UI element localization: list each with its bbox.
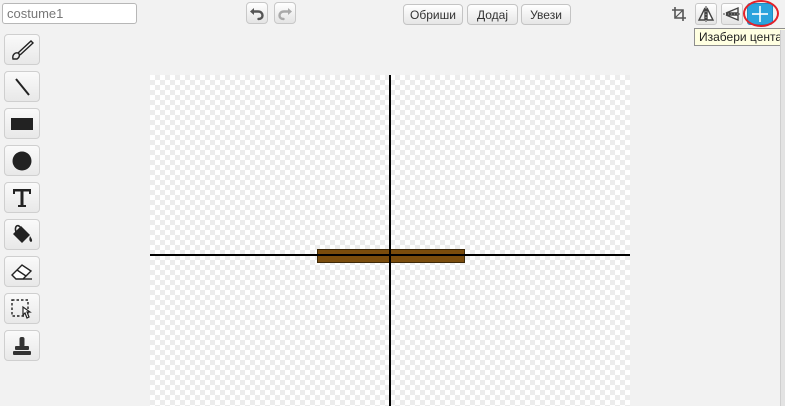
text-icon <box>13 188 31 207</box>
costume-name-input[interactable] <box>2 3 137 24</box>
flip-horizontal-icon <box>697 6 715 22</box>
tool-select[interactable] <box>4 293 40 324</box>
tool-rectangle[interactable] <box>4 108 40 139</box>
tool-text[interactable] <box>4 182 40 213</box>
costume-rectangle-shape[interactable] <box>317 249 465 263</box>
import-button[interactable]: Увези <box>521 4 571 25</box>
scrollbar-edge[interactable] <box>780 30 785 406</box>
tool-fill[interactable] <box>4 219 40 250</box>
ellipse-icon <box>12 151 32 170</box>
undo-button[interactable] <box>246 2 268 24</box>
flip-vertical-button[interactable] <box>721 3 743 25</box>
paint-editor: Обриши Додај Увези Изабери центар <box>0 0 785 406</box>
flip-horizontal-button[interactable] <box>695 3 717 25</box>
tooltip: Изабери центар <box>694 28 785 46</box>
redo-button[interactable] <box>274 2 296 24</box>
crop-icon <box>672 7 686 21</box>
line-icon <box>15 77 30 96</box>
add-button[interactable]: Додај <box>467 4 518 25</box>
eraser-icon <box>11 263 33 280</box>
tool-eraser[interactable] <box>4 256 40 287</box>
center-crosshair-vertical <box>389 75 391 406</box>
redo-icon <box>278 8 292 21</box>
brush-icon <box>12 39 35 60</box>
tool-brush[interactable] <box>4 34 40 65</box>
flip-vertical-icon <box>723 6 741 22</box>
tool-line[interactable] <box>4 71 40 102</box>
stamp-icon <box>13 336 31 355</box>
drawing-canvas[interactable] <box>150 75 630 406</box>
tool-ellipse[interactable] <box>4 145 40 176</box>
paint-bucket-icon <box>13 224 33 243</box>
select-icon <box>11 298 32 319</box>
clear-button[interactable]: Обриши <box>403 4 463 25</box>
crop-button[interactable] <box>668 3 690 25</box>
set-center-icon <box>752 6 768 22</box>
undo-icon <box>250 8 264 21</box>
tool-stamp[interactable] <box>4 330 40 361</box>
rectangle-icon <box>11 117 33 130</box>
set-center-button[interactable] <box>747 3 773 25</box>
